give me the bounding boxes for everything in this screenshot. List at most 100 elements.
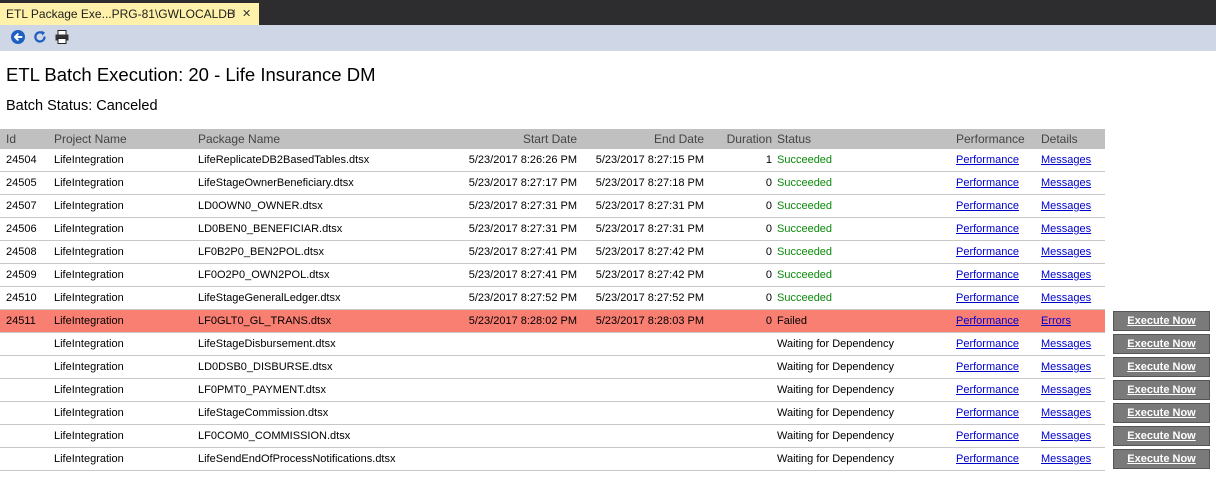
execute-now-button[interactable]: Execute Now bbox=[1113, 311, 1210, 331]
cell-package-name: LifeReplicateDB2BasedTables.dtsx bbox=[198, 154, 370, 166]
performance-link[interactable]: Performance bbox=[956, 223, 1019, 235]
performance-link[interactable]: Performance bbox=[956, 200, 1019, 212]
cell-package-name: LD0BEN0_BENEFICIAR.dtsx bbox=[198, 223, 343, 235]
table-row: 24508 LifeIntegration LF0B2P0_BEN2POL.dtsx… bbox=[0, 241, 1105, 264]
messages-link[interactable]: Messages bbox=[1041, 154, 1091, 166]
close-icon[interactable]: ✕ bbox=[242, 3, 251, 25]
cell-start-date: 5/23/2017 8:27:17 PM bbox=[468, 177, 577, 189]
cell-status: Waiting for Dependency bbox=[777, 384, 894, 396]
messages-link[interactable]: Messages bbox=[1041, 246, 1091, 258]
cell-details: Messages bbox=[1041, 154, 1091, 166]
cell-start-date: 5/23/2017 8:26:26 PM bbox=[468, 154, 577, 166]
performance-link[interactable]: Performance bbox=[956, 269, 1019, 281]
cell-details: Messages bbox=[1041, 384, 1091, 396]
cell-details: Messages bbox=[1041, 200, 1091, 212]
table-row: 24507 LifeIntegration LD0OWN0_OWNER.dtsx 5/… bbox=[0, 195, 1105, 218]
execute-now-button[interactable]: Execute Now bbox=[1113, 426, 1210, 446]
messages-link[interactable]: Messages bbox=[1041, 338, 1091, 350]
cell-details: Messages bbox=[1041, 453, 1091, 465]
messages-link[interactable]: Messages bbox=[1041, 292, 1091, 304]
messages-link[interactable]: Messages bbox=[1041, 430, 1091, 442]
cell-status: Succeeded bbox=[777, 223, 833, 235]
table-row: 24509 LifeIntegration LF0O2P0_OWN2POL.dtsx… bbox=[0, 264, 1105, 287]
execute-now-button[interactable]: Execute Now bbox=[1113, 357, 1210, 377]
cell-status: Succeeded bbox=[777, 269, 833, 281]
cell-end-date: 5/23/2017 8:28:03 PM bbox=[595, 315, 704, 327]
table-row: 24506 LifeIntegration LD0BEN0_BENEFICIAR.d… bbox=[0, 218, 1105, 241]
cell-project-name: LifeIntegration bbox=[54, 292, 124, 304]
cell-project-name: LifeIntegration bbox=[54, 315, 124, 327]
cell-status: Succeeded bbox=[777, 292, 833, 304]
performance-link[interactable]: Performance bbox=[956, 292, 1019, 304]
errors-link[interactable]: Errors bbox=[1041, 315, 1071, 327]
cell-performance: Performance bbox=[956, 361, 1019, 373]
execute-now-button[interactable]: Execute Now bbox=[1113, 449, 1210, 469]
performance-link[interactable]: Performance bbox=[956, 154, 1019, 166]
messages-link[interactable]: Messages bbox=[1041, 384, 1091, 396]
refresh-icon[interactable] bbox=[32, 29, 50, 47]
cell-project-name: LifeIntegration bbox=[54, 154, 124, 166]
cell-id: 24507 bbox=[6, 200, 37, 212]
performance-link[interactable]: Performance bbox=[956, 177, 1019, 189]
cell-start-date: 5/23/2017 8:28:02 PM bbox=[468, 315, 577, 327]
messages-link[interactable]: Messages bbox=[1041, 200, 1091, 212]
header-project-name: Project Name bbox=[54, 132, 127, 146]
header-performance: Performance bbox=[956, 132, 1025, 146]
back-icon[interactable] bbox=[10, 29, 28, 47]
print-icon[interactable] bbox=[54, 29, 72, 47]
performance-link[interactable]: Performance bbox=[956, 407, 1019, 419]
cell-start-date: 5/23/2017 8:27:41 PM bbox=[468, 269, 577, 281]
cell-status: Succeeded bbox=[777, 200, 833, 212]
cell-performance: Performance bbox=[956, 269, 1019, 281]
document-tab[interactable]: ETL Package Exe...PRG-81\GWLOCALDB ⊣ ✕ bbox=[0, 3, 259, 25]
cell-package-name: LF0GLT0_GL_TRANS.dtsx bbox=[198, 315, 332, 327]
cell-status: Succeeded bbox=[777, 154, 833, 166]
cell-project-name: LifeIntegration bbox=[54, 338, 124, 350]
performance-link[interactable]: Performance bbox=[956, 384, 1019, 396]
cell-start-date: 5/23/2017 8:27:31 PM bbox=[468, 223, 577, 235]
cell-performance: Performance bbox=[956, 154, 1019, 166]
performance-link[interactable]: Performance bbox=[956, 338, 1019, 350]
messages-link[interactable]: Messages bbox=[1041, 269, 1091, 281]
messages-link[interactable]: Messages bbox=[1041, 223, 1091, 235]
pin-icon[interactable]: ⊣ bbox=[226, 3, 236, 25]
cell-package-name: LifeStageCommission.dtsx bbox=[198, 407, 329, 419]
execute-now-button[interactable]: Execute Now bbox=[1113, 334, 1210, 354]
performance-link[interactable]: Performance bbox=[956, 430, 1019, 442]
cell-status: Waiting for Dependency bbox=[777, 430, 894, 442]
performance-link[interactable]: Performance bbox=[956, 453, 1019, 465]
execute-now-button[interactable]: Execute Now bbox=[1113, 403, 1210, 423]
messages-link[interactable]: Messages bbox=[1041, 407, 1091, 419]
table-row: 24510 LifeIntegration LifeStageGeneralLedg… bbox=[0, 287, 1105, 310]
cell-duration: 0 bbox=[765, 223, 772, 235]
cell-id: 24510 bbox=[6, 292, 37, 304]
performance-link[interactable]: Performance bbox=[956, 315, 1019, 327]
cell-details: Messages bbox=[1041, 430, 1091, 442]
cell-duration: 0 bbox=[765, 292, 772, 304]
table-row: 24504 LifeIntegration LifeReplicateDB2Base… bbox=[0, 149, 1105, 172]
performance-link[interactable]: Performance bbox=[956, 361, 1019, 373]
cell-duration: 0 bbox=[765, 269, 772, 281]
cell-project-name: LifeIntegration bbox=[54, 407, 124, 419]
document-tabstrip: ETL Package Exe...PRG-81\GWLOCALDB ⊣ ✕ bbox=[0, 0, 1216, 25]
header-package-name: Package Name bbox=[198, 132, 281, 146]
cell-end-date: 5/23/2017 8:27:31 PM bbox=[595, 223, 704, 235]
header-details: Details bbox=[1041, 132, 1078, 146]
cell-status: Succeeded bbox=[777, 177, 833, 189]
table-row: LifeIntegration LF0COM0_COMMISSION.dtsx Wa… bbox=[0, 425, 1105, 448]
cell-performance: Performance bbox=[956, 338, 1019, 350]
cell-performance: Performance bbox=[956, 246, 1019, 258]
execute-now-button[interactable]: Execute Now bbox=[1113, 380, 1210, 400]
grid-header: Id Project Name Package Name Start Date … bbox=[0, 129, 1105, 149]
cell-duration: 0 bbox=[765, 315, 772, 327]
performance-link[interactable]: Performance bbox=[956, 246, 1019, 258]
table-row: LifeIntegration LD0DSB0_DISBURSE.dtsx Wait… bbox=[0, 356, 1105, 379]
messages-link[interactable]: Messages bbox=[1041, 361, 1091, 373]
cell-status: Failed bbox=[777, 315, 807, 327]
table-row: LifeIntegration LifeStageDisbursement.dts… bbox=[0, 333, 1105, 356]
messages-link[interactable]: Messages bbox=[1041, 453, 1091, 465]
messages-link[interactable]: Messages bbox=[1041, 177, 1091, 189]
header-id: Id bbox=[6, 132, 17, 146]
cell-package-name: LF0B2P0_BEN2POL.dtsx bbox=[198, 246, 324, 258]
cell-project-name: LifeIntegration bbox=[54, 453, 124, 465]
